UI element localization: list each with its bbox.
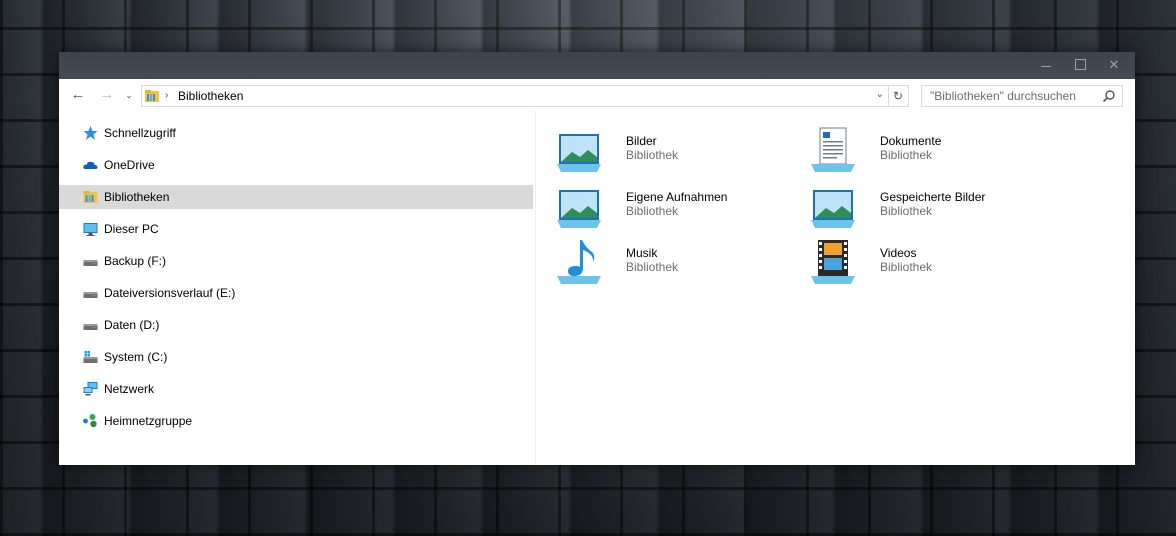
sidebar-item-onedrive[interactable]: OneDrive <box>59 153 533 177</box>
content-pane: Bilder Bibliothek Dokumente Bibliothek E… <box>536 111 1135 465</box>
breadcrumb-bibliotheken[interactable]: Bibliotheken <box>178 89 243 103</box>
library-tile-videos[interactable]: Videos Bibliothek <box>810 238 1050 288</box>
drive-icon <box>83 292 98 298</box>
explorer-window: ✕ ← → ⌄ › Bibliotheken ⌄ ↻ "Bibliotheken… <box>59 52 1135 465</box>
sidebar-item-dieser-pc[interactable]: Dieser PC <box>59 217 533 241</box>
breadcrumb-separator[interactable]: › <box>165 88 168 104</box>
sidebar-item-label: Backup (F:) <box>104 254 167 268</box>
minimize-button[interactable] <box>1029 52 1063 79</box>
title-bar[interactable]: ✕ <box>59 52 1135 79</box>
back-button[interactable]: ← <box>67 85 89 105</box>
search-input[interactable] <box>922 86 1105 106</box>
address-bar[interactable]: › Bibliotheken ⌄ <box>141 85 889 107</box>
system-drive-icon <box>83 351 98 363</box>
camera-roll-library-icon <box>557 190 601 228</box>
library-type: Bibliothek <box>880 260 933 274</box>
sidebar-item-label: OneDrive <box>104 158 155 172</box>
cloud-icon <box>83 161 98 169</box>
library-type: Bibliothek <box>880 148 933 162</box>
videos-library-icon <box>811 240 855 284</box>
recent-locations-button[interactable]: ⌄ <box>122 85 136 105</box>
library-type: Bibliothek <box>626 260 679 274</box>
library-tile-bilder[interactable]: Bilder Bibliothek <box>556 126 796 176</box>
library-name: Bilder <box>626 134 657 148</box>
sidebar-item-dateiversionsverlauf[interactable]: Dateiversionsverlauf (E:) <box>59 281 533 305</box>
library-type: Bibliothek <box>880 204 933 218</box>
library-name: Eigene Aufnahmen <box>626 190 728 204</box>
sidebar-item-label: Heimnetzgruppe <box>104 414 193 428</box>
documents-library-icon <box>811 127 855 172</box>
network-icon <box>83 382 98 396</box>
music-library-icon <box>557 240 601 284</box>
library-type: Bibliothek <box>626 148 679 162</box>
star-icon <box>83 126 98 140</box>
sidebar-item-label: Dateiversionsverlauf (E:) <box>104 286 236 300</box>
close-button[interactable]: ✕ <box>1097 52 1131 79</box>
maximize-button[interactable] <box>1063 52 1097 79</box>
library-name: Videos <box>880 246 917 260</box>
sidebar-item-netzwerk[interactable]: Netzwerk <box>59 377 533 401</box>
monitor-icon <box>83 223 98 236</box>
sidebar-item-bibliotheken[interactable]: Bibliotheken <box>59 185 533 209</box>
library-name: Musik <box>626 246 658 260</box>
library-name: Gespeicherte Bilder <box>880 190 986 204</box>
drive-icon <box>83 324 98 330</box>
sidebar-item-daten[interactable]: Daten (D:) <box>59 313 533 337</box>
library-name: Dokumente <box>880 134 942 148</box>
search-box[interactable] <box>921 85 1123 107</box>
sidebar-item-label: Bibliotheken <box>104 190 170 204</box>
library-tile-gespeicherte-bilder[interactable]: Gespeicherte Bilder Bibliothek <box>810 182 1050 232</box>
sidebar-item-schnellzugriff[interactable]: Schnellzugriff <box>59 121 533 145</box>
sidebar-item-heimnetzgruppe[interactable]: Heimnetzgruppe <box>59 409 533 433</box>
sidebar-item-label: Netzwerk <box>104 382 155 396</box>
library-icon <box>83 191 98 203</box>
sidebar-item-label: Schnellzugriff <box>104 126 176 140</box>
refresh-button[interactable]: ↻ <box>888 85 909 107</box>
saved-pictures-library-icon <box>811 190 855 228</box>
sidebar-item-system[interactable]: System (C:) <box>59 345 533 369</box>
library-icon <box>145 90 159 102</box>
sidebar-item-backup[interactable]: Backup (F:) <box>59 249 533 273</box>
navigation-pane: Schnellzugriff OneDrive Bibliotheken Die… <box>59 111 536 465</box>
homegroup-icon <box>83 414 97 428</box>
library-tile-dokumente[interactable]: Dokumente Bibliothek <box>810 126 1050 176</box>
drive-icon <box>83 260 98 266</box>
sidebar-item-label: System (C:) <box>104 350 168 364</box>
address-dropdown-button[interactable]: ⌄ <box>876 89 884 100</box>
forward-button[interactable]: → <box>96 85 118 105</box>
search-icon[interactable] <box>1102 89 1116 103</box>
sidebar-item-label: Daten (D:) <box>104 318 160 332</box>
address-toolbar: ← → ⌄ › Bibliotheken ⌄ ↻ <box>59 79 1135 111</box>
pictures-library-icon <box>557 134 601 172</box>
library-tile-musik[interactable]: Musik Bibliothek <box>556 238 796 288</box>
sidebar-item-label: Dieser PC <box>104 222 159 236</box>
library-type: Bibliothek <box>626 204 679 218</box>
library-tile-eigene-aufnahmen[interactable]: Eigene Aufnahmen Bibliothek <box>556 182 796 232</box>
